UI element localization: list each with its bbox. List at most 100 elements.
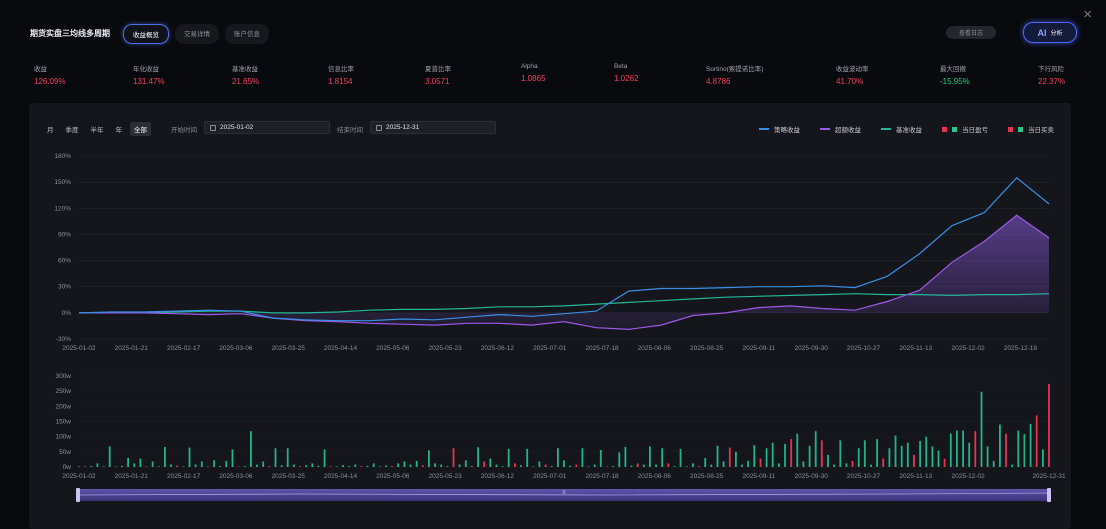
volume-bar: [428, 450, 430, 467]
x-tick-label: 2025-09-11: [743, 473, 776, 480]
volume-bar: [624, 447, 627, 467]
x-tick-label: 2025-09-30: [795, 345, 829, 352]
volume-bar: [728, 447, 731, 467]
volume-bar: [434, 463, 436, 467]
x-tick-label: 2025-12-19: [1004, 345, 1038, 352]
x-tick-label: 2025-09-11: [743, 345, 776, 352]
volume-bar: [532, 466, 535, 467]
chart-canvas: 180%150%120%90%60%30%0%-30% 2025-01-02 20…: [54, 153, 1066, 502]
x-tick-label: 2025-05-06: [376, 473, 410, 480]
volume-bar: [741, 464, 743, 467]
volume-bar: [906, 442, 909, 467]
volume-bar: [329, 466, 332, 467]
volume-bar: [145, 466, 148, 467]
excess-return-area: [79, 215, 1049, 330]
volume-bar: [876, 439, 878, 467]
zoom-handle-right[interactable]: [1047, 488, 1051, 502]
volume-bar: [581, 448, 584, 467]
volume-bar: [550, 466, 553, 467]
x-tick-label: 2025-07-01: [533, 345, 567, 352]
volume-bar: [569, 465, 571, 467]
volume-bar: [557, 448, 559, 467]
volume-bar: [685, 466, 688, 467]
y-tick-label: 50w: [59, 449, 71, 456]
zoom-slider[interactable]: ≡: [76, 488, 1051, 502]
volume-bar: [237, 466, 240, 467]
volume-bar: [900, 445, 903, 467]
volume-bar: [299, 466, 301, 467]
volume-bar: [704, 457, 707, 467]
y-tick-label: 100w: [55, 434, 71, 441]
volume-bar: [483, 461, 486, 467]
volume-bar: [268, 466, 271, 467]
volume-bar: [544, 464, 547, 467]
x-axis-dates-top: 2025-01-02 2025-01-21 2025-02-17 2025-03-06…: [62, 345, 1037, 352]
volume-bar: [845, 463, 848, 467]
volume-bar: [1023, 434, 1026, 467]
volume-bar: [102, 466, 105, 467]
volume-bar: [207, 466, 209, 467]
y-tick-label: 0w: [63, 464, 72, 471]
volume-bar: [1029, 423, 1032, 467]
volume-bar: [1017, 430, 1020, 467]
volume-bar: [471, 466, 473, 467]
volume-bar: [403, 461, 406, 467]
volume-bar: [121, 465, 123, 467]
volume-bar: [170, 464, 172, 467]
volume-bar: [894, 435, 897, 467]
volume-bar: [280, 465, 283, 467]
volume-bar: [870, 464, 872, 467]
x-tick-label: 2025-01-02: [62, 345, 96, 352]
x-tick-label: 2025-12-31: [1032, 473, 1066, 480]
volume-bar: [1011, 464, 1014, 467]
volume-bar: [366, 465, 369, 467]
x-tick-label: 2025-05-06: [376, 345, 410, 352]
volume-bar: [360, 466, 363, 467]
volume-bar: [999, 424, 1001, 467]
x-tick-label: 2025-09-30: [795, 473, 829, 480]
y-tick-label: 120%: [54, 205, 71, 212]
volume-bar: [802, 461, 805, 467]
volume-bar: [974, 431, 977, 467]
volume-bar: [661, 448, 664, 467]
volume-bar: [882, 458, 885, 467]
volume-bar: [452, 448, 455, 467]
volume-bar: [151, 461, 154, 467]
volume-bar: [716, 445, 719, 467]
volume-bar: [84, 466, 86, 467]
volume-bar: [311, 463, 314, 467]
volume-bar: [968, 442, 971, 467]
volume-bar: [225, 460, 228, 467]
volume-bar: [514, 463, 516, 467]
volume-bar: [213, 460, 215, 467]
volume-bar: [649, 446, 651, 467]
volume-bar: [317, 465, 320, 467]
volume-bar: [925, 436, 928, 467]
volume-bar: [164, 447, 166, 467]
volume-bar: [133, 463, 136, 467]
volume-bar: [335, 466, 338, 467]
volume-bar: [256, 464, 258, 467]
volume-bar: [157, 466, 160, 467]
volume-bar: [385, 465, 387, 467]
volume-bar: [391, 466, 393, 467]
y-tick-label: 150%: [54, 179, 71, 186]
volume-bar: [378, 466, 381, 467]
x-tick-label: 2025-10-27: [847, 473, 881, 480]
y-tick-label: 0%: [62, 310, 72, 317]
x-tick-label: 2025-06-12: [481, 473, 515, 480]
y-tick-label: 250w: [55, 388, 71, 395]
x-tick-label: 2025-08-06: [638, 473, 672, 480]
volume-bar: [630, 465, 633, 467]
volume-bar: [759, 458, 762, 467]
x-tick-label: 2025-03-06: [219, 345, 253, 352]
x-tick-label: 2025-03-06: [219, 473, 253, 480]
x-tick-label: 2025-11-13: [899, 345, 932, 352]
volume-bar: [1035, 415, 1038, 467]
analysis-panel: × 期货实盘三均线多周期 收益概览 交易详情 账户信息 查看日志 AI 分析 收…: [0, 0, 1106, 529]
volume-bar: [243, 466, 246, 467]
volume-bar: [538, 461, 541, 467]
zoom-handle-left[interactable]: [76, 488, 80, 502]
x-tick-label: 2025-04-14: [324, 473, 358, 480]
volume-bar: [679, 448, 682, 467]
